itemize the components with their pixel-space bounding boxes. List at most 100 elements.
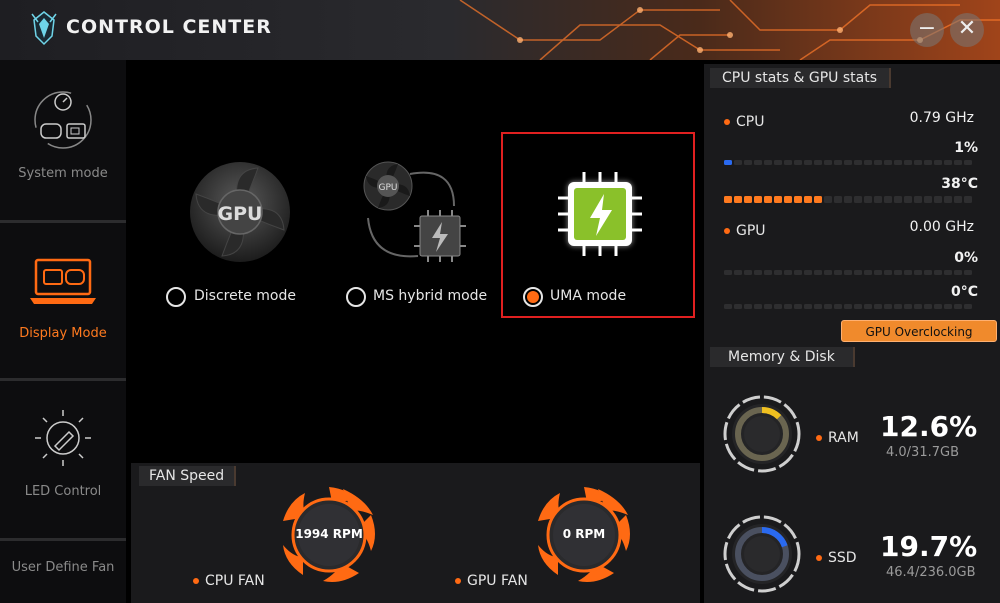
system-mode-icon [34,91,92,149]
bar-segment [934,196,942,203]
hybrid-mode-option[interactable]: GPU MS hybrid mode [338,160,508,310]
bar-segment [934,270,942,275]
bar-segment [864,304,872,309]
hybrid-mode-icon: GPU [363,161,466,262]
cpu-temperature: 38°C [941,176,978,192]
stats-title: CPU stats & GPU stats [710,68,892,88]
bar-segment [884,304,892,309]
ssd-ring-gauge [723,515,801,593]
bar-segment [964,304,972,309]
bar-segment [924,304,932,309]
sidebar-item-user-define-fan[interactable]: User Define Fan [0,560,126,590]
bar-segment [804,304,812,309]
bar-segment [914,160,922,165]
gpu-frequency: 0.00 GHz [909,219,974,235]
bar-segment [824,304,832,309]
cpu-temp-bar [724,196,972,203]
cpu-fan-rpm: 1994 RPM [295,527,363,541]
gpu-fan-gauge: 0 RPM [534,485,634,585]
bar-segment [724,196,732,203]
discrete-radio[interactable] [166,287,186,307]
uma-radio[interactable] [523,287,543,307]
ram-ring-gauge [723,395,801,473]
sidebar-item-led-control[interactable]: LED Control [0,400,126,540]
sidebar-item-display-mode[interactable]: Display Mode [0,240,126,380]
bar-segment [884,196,892,203]
bar-segment [904,196,912,203]
bar-segment [874,160,882,165]
status-dot [455,578,461,584]
bar-segment [924,196,932,203]
discrete-mode-label: Discrete mode [194,288,296,304]
bar-segment [854,304,862,309]
divider [0,220,126,223]
gpu-temperature: 0°C [950,284,978,300]
led-control-icon [35,410,91,466]
sidebar-item-system-mode[interactable]: System mode [0,80,126,220]
bar-segment [754,196,762,203]
bar-segment [754,160,762,165]
bar-segment [744,270,752,275]
bar-segment [784,160,792,165]
bar-segment [864,270,872,275]
title-bar: CONTROL CENTER − ✕ [0,0,1000,60]
bar-segment [964,160,972,165]
bar-segment [914,196,922,203]
hybrid-radio[interactable] [346,287,366,307]
bar-segment [884,160,892,165]
app-title: CONTROL CENTER [66,16,272,38]
bar-segment [764,196,772,203]
bar-segment [784,304,792,309]
bar-segment [844,160,852,165]
display-mode-panel: GPU Discrete mode GPU MS hybrid mode UMA… [128,60,700,463]
bar-segment [724,304,732,309]
ram-percent: 12.6% [880,410,978,443]
bar-segment [734,196,742,203]
bar-segment [884,270,892,275]
bar-segment [944,304,952,309]
cpu-usage: 1% [954,140,978,156]
uma-chip-icon [558,172,642,256]
bar-segment [824,196,832,203]
bar-segment [794,304,802,309]
status-dot [816,435,822,441]
bar-segment [864,160,872,165]
bar-segment [794,160,802,165]
app-logo-icon [31,11,57,46]
gpu-usage: 0% [954,250,978,266]
fan-speed-panel: FAN Speed 1994 RPM CPU FAN 0 RPM GPU FAN [131,463,700,603]
bar-segment [744,304,752,309]
discrete-mode-option[interactable]: GPU Discrete mode [158,160,308,310]
bar-segment [904,304,912,309]
bar-segment [814,160,822,165]
divider [0,378,126,381]
bar-segment [964,196,972,203]
gpu-overclocking-button[interactable]: GPU Overclocking [841,320,997,342]
bar-segment [744,160,752,165]
bar-segment [894,270,902,275]
status-dot [724,228,730,234]
gpu-fan-label-text: GPU FAN [467,573,528,589]
close-button[interactable]: ✕ [950,13,984,47]
bar-segment [944,196,952,203]
minimize-button[interactable]: − [910,13,944,47]
status-dot [816,555,822,561]
uma-mode-option[interactable]: UMA mode [518,160,688,310]
bar-segment [834,196,842,203]
bar-segment [804,196,812,203]
status-dot [724,119,730,125]
bar-segment [854,196,862,203]
bar-segment [794,196,802,203]
bar-segment [724,270,732,275]
cpu-stat-label: CPU [724,114,764,130]
bar-segment [874,270,882,275]
bar-segment [844,270,852,275]
bar-segment [764,270,772,275]
sidebar-item-label: Display Mode [19,326,107,341]
gpu-fan-rpm: 0 RPM [562,527,606,541]
gpu-fan-label: GPU FAN [455,573,528,589]
bar-segment [734,270,742,275]
bar-segment [954,270,962,275]
cpu-label-text: CPU [736,114,765,130]
sidebar-item-label: System mode [18,166,108,181]
